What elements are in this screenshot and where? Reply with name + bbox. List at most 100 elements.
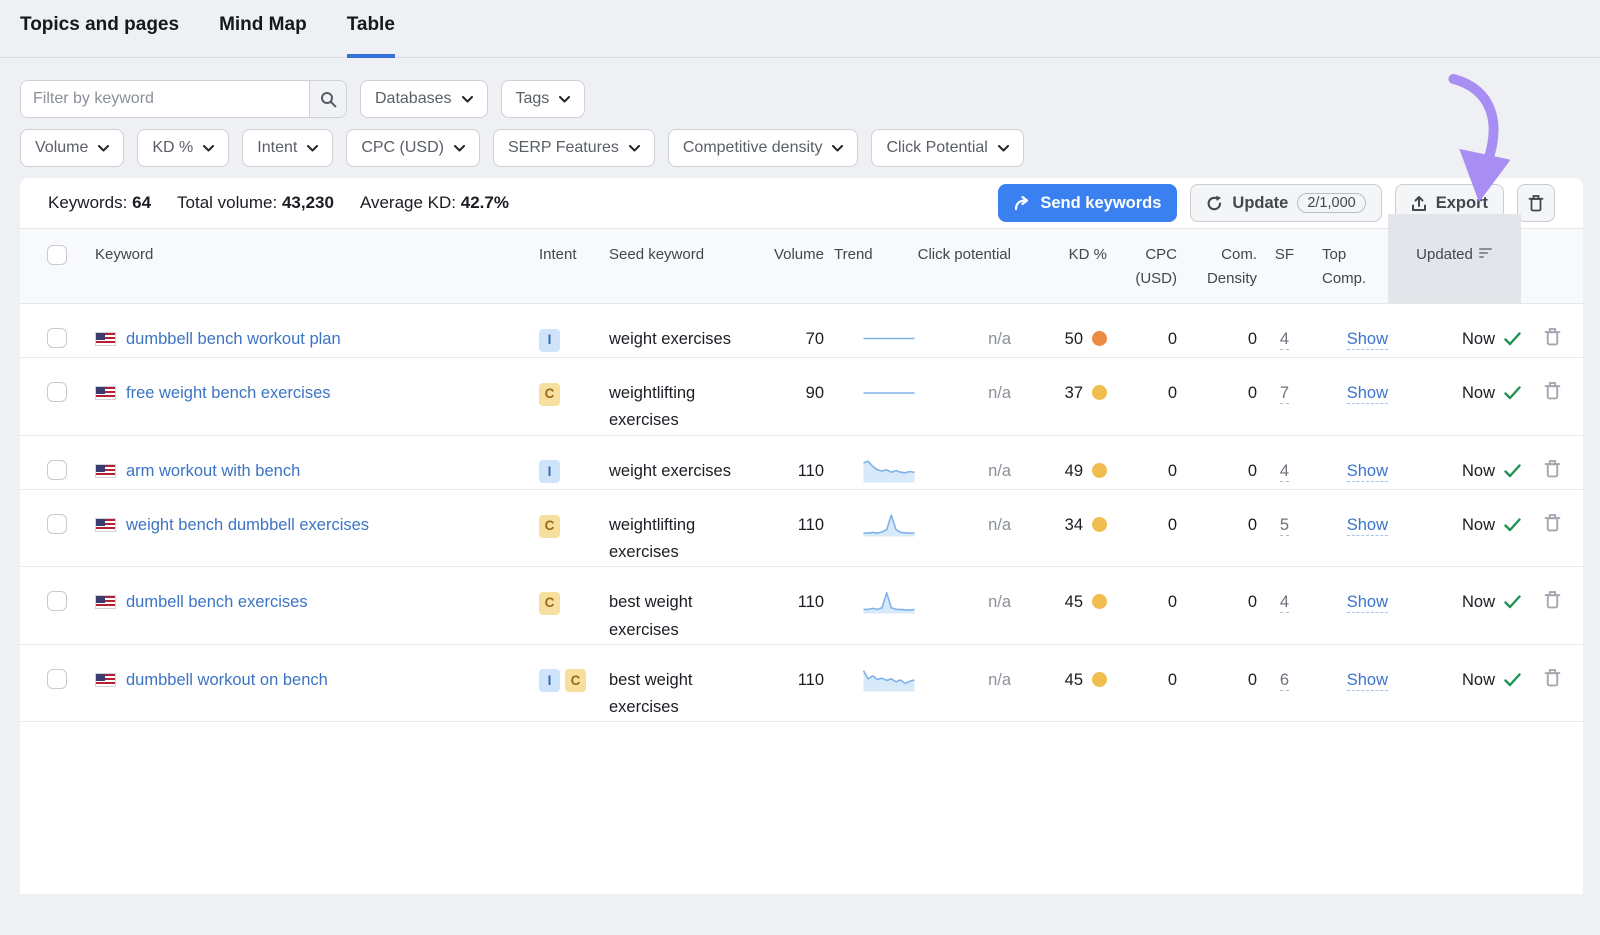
- row-checkbox[interactable]: [47, 514, 67, 534]
- seed-keyword: weightlifting exercises: [609, 358, 744, 434]
- volume-value: 110: [744, 645, 824, 721]
- update-label: Update: [1232, 194, 1288, 213]
- show-link[interactable]: Show: [1347, 330, 1388, 350]
- send-keywords-button[interactable]: Send keywords: [998, 184, 1177, 222]
- show-link[interactable]: Show: [1347, 462, 1388, 482]
- cpc-dropdown[interactable]: CPC (USD): [346, 129, 480, 167]
- com-density-value: 0: [1177, 490, 1257, 566]
- trash-icon[interactable]: [1544, 590, 1561, 609]
- row-checkbox[interactable]: [47, 591, 67, 611]
- trash-icon[interactable]: [1544, 327, 1561, 346]
- keywords-count: Keywords: 64: [48, 193, 151, 213]
- kd-value: 34: [1065, 516, 1083, 534]
- tags-dropdown-label: Tags: [516, 90, 550, 108]
- row-checkbox[interactable]: [47, 669, 67, 689]
- show-link[interactable]: Show: [1347, 671, 1388, 691]
- competitive-density-dropdown[interactable]: Competitive density: [668, 129, 859, 167]
- show-link[interactable]: Show: [1347, 516, 1388, 536]
- click-potential-value: n/a: [916, 645, 1011, 721]
- select-all-checkbox[interactable]: [47, 245, 67, 265]
- com-density-value: 0: [1177, 645, 1257, 721]
- keyword-link[interactable]: dumbell bench exercises: [126, 589, 308, 616]
- delete-all-button[interactable]: [1517, 184, 1555, 222]
- intent-badges: C: [539, 515, 560, 538]
- header-top-comp: Top Comp.: [1312, 229, 1388, 303]
- header-sf: SF: [1257, 229, 1312, 303]
- show-link[interactable]: Show: [1347, 593, 1388, 613]
- sf-value[interactable]: 6: [1280, 671, 1289, 691]
- update-quota-badge: 2/1,000: [1297, 193, 1365, 213]
- sf-value[interactable]: 5: [1280, 516, 1289, 536]
- seed-keyword: best weight exercises: [609, 567, 744, 643]
- table-row: dumbell bench exercises C best weight ex…: [20, 567, 1583, 644]
- filter-row-secondary: Volume KD % Intent CPC (USD) SERP Featur…: [20, 129, 1580, 167]
- click-potential-dropdown[interactable]: Click Potential: [871, 129, 1023, 167]
- keyword-link[interactable]: weight bench dumbbell exercises: [126, 512, 369, 539]
- volume-value: 110: [744, 436, 824, 489]
- row-checkbox[interactable]: [47, 460, 67, 480]
- kd-value: 50: [1065, 330, 1083, 348]
- volume-dropdown[interactable]: Volume: [20, 129, 124, 167]
- tab-mind-map[interactable]: Mind Map: [219, 14, 307, 57]
- kd-dot: [1092, 385, 1107, 400]
- seed-keyword: best weight exercises: [609, 645, 744, 721]
- keyword-link[interactable]: arm workout with bench: [126, 458, 300, 485]
- trend-sparkline: [862, 326, 916, 357]
- header-volume: Volume: [744, 229, 824, 303]
- trash-icon[interactable]: [1544, 459, 1561, 478]
- sf-value[interactable]: 7: [1280, 384, 1289, 404]
- com-density-value: 0: [1177, 436, 1257, 489]
- intent-badge: I: [539, 329, 560, 352]
- kd-value: 37: [1065, 384, 1083, 402]
- tab-table[interactable]: Table: [347, 14, 395, 57]
- show-link[interactable]: Show: [1347, 384, 1388, 404]
- keyword-link[interactable]: dumbbell bench workout plan: [126, 326, 341, 353]
- table-row: dumbbell bench workout plan I weight exe…: [20, 304, 1583, 358]
- trash-icon[interactable]: [1544, 513, 1561, 532]
- com-density-value: 0: [1177, 567, 1257, 643]
- table-row: dumbbell workout on bench IC best weight…: [20, 645, 1583, 722]
- intent-badge: I: [539, 460, 560, 483]
- kd-value: 45: [1065, 671, 1083, 689]
- row-checkbox[interactable]: [47, 328, 67, 348]
- sf-value[interactable]: 4: [1280, 330, 1289, 350]
- kd-dot: [1092, 331, 1107, 346]
- cpc-value: 0: [1107, 645, 1177, 721]
- intent-badge: C: [539, 515, 560, 538]
- header-cpc: CPC (USD): [1107, 229, 1177, 303]
- check-icon: [1504, 518, 1521, 532]
- tags-dropdown[interactable]: Tags: [501, 80, 586, 118]
- databases-dropdown[interactable]: Databases: [360, 80, 488, 118]
- keyword-filter-input[interactable]: [21, 81, 309, 117]
- check-icon: [1504, 595, 1521, 609]
- tab-topics-and-pages[interactable]: Topics and pages: [20, 14, 179, 57]
- updated-value: Now: [1462, 593, 1495, 611]
- keyword-filter: [20, 80, 347, 118]
- kd-dot: [1092, 463, 1107, 478]
- sf-value[interactable]: 4: [1280, 462, 1289, 482]
- trend-sparkline: [862, 512, 916, 566]
- serp-features-dropdown[interactable]: SERP Features: [493, 129, 655, 167]
- export-icon: [1411, 195, 1427, 212]
- send-keywords-label: Send keywords: [1040, 194, 1161, 213]
- send-icon: [1014, 196, 1031, 211]
- intent-dropdown-label: Intent: [257, 139, 297, 157]
- chevron-down-icon: [832, 145, 843, 152]
- trash-icon[interactable]: [1544, 381, 1561, 400]
- intent-badge: C: [539, 383, 560, 406]
- total-volume: Total volume: 43,230: [177, 193, 334, 213]
- row-checkbox[interactable]: [47, 382, 67, 402]
- trend-sparkline: [862, 667, 916, 721]
- header-updated[interactable]: Updated: [1388, 214, 1521, 303]
- intent-dropdown[interactable]: Intent: [242, 129, 333, 167]
- check-icon: [1504, 386, 1521, 400]
- us-flag-icon: [95, 332, 116, 346]
- kd-dropdown-label: KD %: [152, 139, 193, 157]
- kd-dropdown[interactable]: KD %: [137, 129, 229, 167]
- search-button[interactable]: [309, 81, 346, 117]
- trash-icon[interactable]: [1544, 668, 1561, 687]
- sf-value[interactable]: 4: [1280, 593, 1289, 613]
- keyword-link[interactable]: dumbbell workout on bench: [126, 667, 328, 694]
- keyword-link[interactable]: free weight bench exercises: [126, 380, 331, 407]
- update-button[interactable]: Update 2/1,000: [1190, 184, 1381, 222]
